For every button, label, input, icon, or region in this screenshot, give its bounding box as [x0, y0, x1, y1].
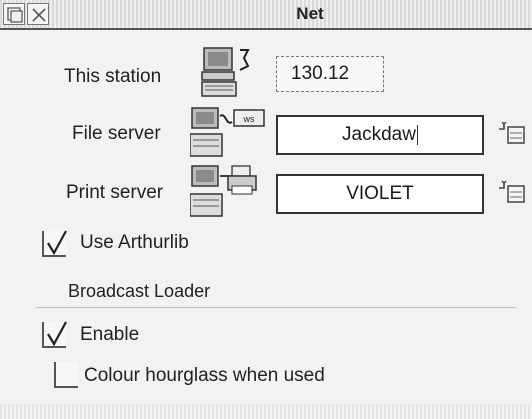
- net-window: Net This station 130.12 File server ws J…: [0, 0, 532, 419]
- colour-hourglass-label[interactable]: Colour hourglass when used: [84, 365, 325, 387]
- print-server-input[interactable]: VIOLET: [276, 174, 484, 214]
- file-server-input[interactable]: Jackdaw: [276, 115, 484, 155]
- checkmark-icon: [47, 230, 67, 256]
- station-number-display: 130.12: [276, 56, 384, 92]
- print-server-value: VIOLET: [346, 183, 414, 204]
- window-bottom-edge: [0, 404, 532, 419]
- file-server-badge: ws: [243, 114, 255, 124]
- station-computer-icon: [201, 47, 250, 97]
- enable-label[interactable]: Enable: [80, 324, 139, 346]
- window-title: Net: [296, 4, 324, 23]
- enable-checkbox[interactable]: [42, 321, 67, 348]
- station-label: This station: [64, 66, 162, 87]
- file-server-icon: ws: [190, 107, 265, 157]
- popup-menu-icon[interactable]: [496, 119, 530, 149]
- use-arthurlib-label[interactable]: Use Arthurlib: [80, 232, 189, 254]
- group-divider: [36, 307, 516, 308]
- file-server-label: File server: [72, 123, 161, 144]
- file-server-value: Jackdaw: [342, 124, 416, 145]
- popup-menu-icon[interactable]: [496, 178, 530, 208]
- use-arthurlib-checkbox[interactable]: [42, 230, 67, 257]
- checkmark-icon: [47, 321, 67, 347]
- print-server-icon: [190, 165, 257, 217]
- text-caret: [416, 125, 418, 145]
- print-server-label: Print server: [66, 182, 164, 203]
- title-bar[interactable]: Net: [0, 0, 532, 30]
- colour-hourglass-checkbox[interactable]: [54, 362, 78, 388]
- broadcast-loader-heading: Broadcast Loader: [68, 281, 211, 301]
